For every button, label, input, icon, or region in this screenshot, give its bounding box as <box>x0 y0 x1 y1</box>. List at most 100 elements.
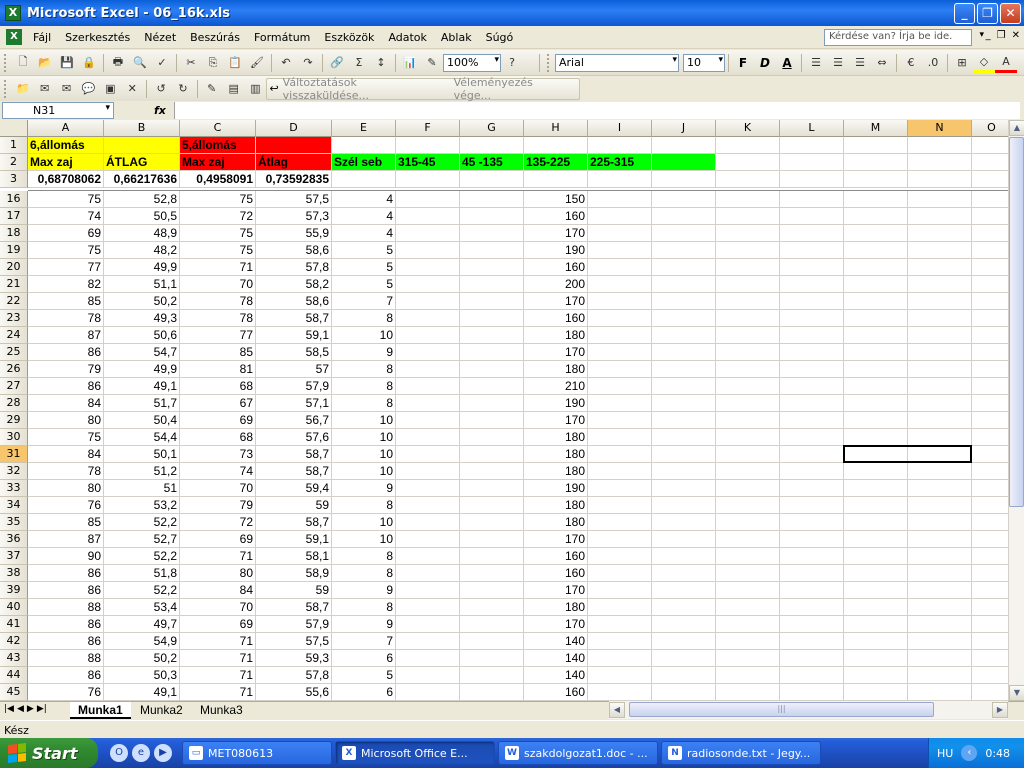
empty-cell[interactable] <box>396 191 460 208</box>
empty-cell[interactable] <box>908 154 972 171</box>
cell-c23[interactable]: 78 <box>180 310 256 327</box>
empty-cell[interactable] <box>652 446 716 463</box>
cell-h42[interactable]: 140 <box>524 633 588 650</box>
column-header-m[interactable]: M <box>844 120 908 137</box>
last-sheet-icon[interactable]: ▶| <box>37 704 47 714</box>
delete-comment-icon[interactable]: ✕ <box>121 79 143 99</box>
empty-cell[interactable] <box>844 582 908 599</box>
empty-cell[interactable] <box>844 650 908 667</box>
toolbar-grip[interactable] <box>4 79 8 98</box>
sheet-tab-munka3[interactable]: Munka3 <box>192 702 251 719</box>
permission-icon[interactable]: 🔒 <box>78 53 100 73</box>
cell-h43[interactable]: 140 <box>524 650 588 667</box>
cell-e32[interactable]: 10 <box>332 463 396 480</box>
chart-wizard-icon[interactable]: 📊 <box>399 53 421 73</box>
cell-b20[interactable]: 49,9 <box>104 259 180 276</box>
cell-e44[interactable]: 5 <box>332 667 396 684</box>
cell-b19[interactable]: 48,2 <box>104 242 180 259</box>
cell-d28[interactable]: 57,1 <box>256 395 332 412</box>
mail-icon[interactable]: ✉ <box>34 79 56 99</box>
empty-cell[interactable] <box>396 531 460 548</box>
minimize-button[interactable]: _ <box>954 3 975 24</box>
autosum-icon[interactable]: Σ <box>348 53 370 73</box>
menu-insert[interactable]: Beszúrás <box>183 31 247 44</box>
cell-h32[interactable]: 180 <box>524 463 588 480</box>
cell-b2[interactable]: ÁTLAG <box>104 154 180 171</box>
empty-cell[interactable] <box>972 361 1008 378</box>
new-icon[interactable]: 🗋 <box>12 53 34 73</box>
cell-b37[interactable]: 52,2 <box>104 548 180 565</box>
cell-a17[interactable]: 74 <box>28 208 104 225</box>
cell-e21[interactable]: 5 <box>332 276 396 293</box>
empty-cell[interactable] <box>588 259 652 276</box>
cell-a45[interactable]: 76 <box>28 684 104 701</box>
column-header-e[interactable]: E <box>332 120 396 137</box>
row-header-23[interactable]: 23 <box>0 310 28 327</box>
empty-cell[interactable] <box>844 344 908 361</box>
column-header-k[interactable]: K <box>716 120 780 137</box>
row-header-39[interactable]: 39 <box>0 582 28 599</box>
cell-c30[interactable]: 68 <box>180 429 256 446</box>
empty-cell[interactable] <box>652 531 716 548</box>
empty-cell[interactable] <box>780 225 844 242</box>
cell-a18[interactable]: 69 <box>28 225 104 242</box>
tray-expand-icon[interactable]: ‹ <box>961 745 978 761</box>
cell-d20[interactable]: 57,8 <box>256 259 332 276</box>
cell-d24[interactable]: 59,1 <box>256 327 332 344</box>
cell-e45[interactable]: 6 <box>332 684 396 701</box>
empty-cell[interactable] <box>844 378 908 395</box>
cell-h20[interactable]: 160 <box>524 259 588 276</box>
decimal-icon[interactable]: .0 <box>922 53 944 73</box>
menu-file[interactable]: Fájl <box>26 31 58 44</box>
empty-cell[interactable] <box>716 242 780 259</box>
vertical-scrollbar[interactable]: ▲ ▼ <box>1008 120 1024 701</box>
taskbar-item-notepad[interactable]: N radiosonde.txt - Jegy... <box>661 741 821 765</box>
empty-cell[interactable] <box>844 242 908 259</box>
empty-cell[interactable] <box>460 327 524 344</box>
empty-cell[interactable] <box>908 633 972 650</box>
cell-c17[interactable]: 72 <box>180 208 256 225</box>
empty-cell[interactable] <box>460 361 524 378</box>
cell-h28[interactable]: 190 <box>524 395 588 412</box>
empty-cell[interactable] <box>780 395 844 412</box>
row-header-3[interactable]: 3 <box>0 171 28 188</box>
empty-cell[interactable] <box>972 446 1008 463</box>
cell-d39[interactable]: 59 <box>256 582 332 599</box>
cell-h44[interactable]: 140 <box>524 667 588 684</box>
row-header-19[interactable]: 19 <box>0 242 28 259</box>
empty-cell[interactable] <box>908 480 972 497</box>
cell-h18[interactable]: 170 <box>524 225 588 242</box>
cell-c29[interactable]: 69 <box>180 412 256 429</box>
cell-f2[interactable]: 315-45 <box>396 154 460 171</box>
empty-cell[interactable] <box>396 327 460 344</box>
cell-e25[interactable]: 9 <box>332 344 396 361</box>
empty-cell[interactable] <box>908 378 972 395</box>
help-search-input[interactable]: Kérdése van? Írja be ide. <box>824 29 972 46</box>
empty-cell[interactable] <box>908 395 972 412</box>
cell-a28[interactable]: 84 <box>28 395 104 412</box>
cell-h30[interactable]: 180 <box>524 429 588 446</box>
cell-b24[interactable]: 50,6 <box>104 327 180 344</box>
empty-cell[interactable] <box>972 154 1008 171</box>
cell-c32[interactable]: 74 <box>180 463 256 480</box>
empty-cell[interactable] <box>844 395 908 412</box>
empty-cell[interactable] <box>780 242 844 259</box>
cell-a34[interactable]: 76 <box>28 497 104 514</box>
empty-cell[interactable] <box>652 395 716 412</box>
empty-cell[interactable] <box>396 293 460 310</box>
cell-e38[interactable]: 8 <box>332 565 396 582</box>
column-header-i[interactable]: I <box>588 120 652 137</box>
empty-cell[interactable] <box>780 191 844 208</box>
cell-b35[interactable]: 52,2 <box>104 514 180 531</box>
row-header-38[interactable]: 38 <box>0 565 28 582</box>
empty-cell[interactable] <box>396 310 460 327</box>
empty-cell[interactable] <box>652 225 716 242</box>
empty-cell[interactable] <box>972 276 1008 293</box>
cell-h41[interactable]: 170 <box>524 616 588 633</box>
empty-cell[interactable] <box>396 480 460 497</box>
empty-cell[interactable] <box>460 667 524 684</box>
empty-cell[interactable] <box>972 137 1008 154</box>
cell-b28[interactable]: 51,7 <box>104 395 180 412</box>
empty-cell[interactable] <box>588 310 652 327</box>
empty-cell[interactable] <box>460 378 524 395</box>
